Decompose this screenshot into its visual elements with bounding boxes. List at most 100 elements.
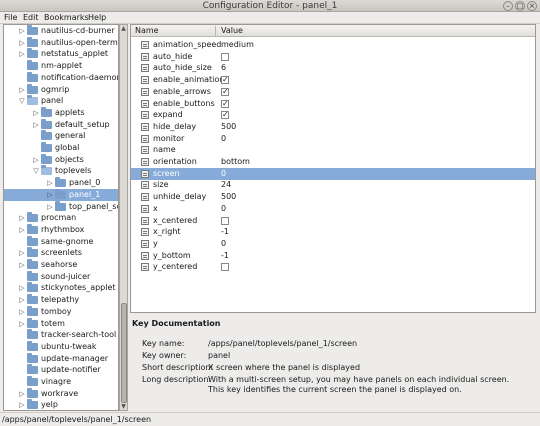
expand-arrow-icon[interactable]: ▷ [18,306,26,318]
column-separator[interactable] [215,26,216,36]
key-value[interactable]: medium [221,39,254,51]
scroll-up-icon[interactable]: ▲ [120,25,127,32]
expand-arrow-icon[interactable]: ▷ [32,119,40,131]
tree-item[interactable]: ▷ totem [4,317,118,330]
table-row[interactable]: animation_speed medium [131,39,535,51]
table-row[interactable]: unhide_delay 500 [131,191,535,203]
expand-arrow-icon[interactable]: ▷ [18,282,26,294]
close-button[interactable]: × [527,1,537,11]
checkbox-checked[interactable]: ✓ [221,111,229,120]
expand-arrow-icon[interactable]: ▷ [18,388,26,400]
tree-item[interactable]: update-notifier [4,364,118,376]
key-value[interactable]: 24 [221,179,231,191]
expand-arrow-icon[interactable]: ▷ [18,25,26,37]
tree-item[interactable]: ▷ netstatus_applet [4,48,118,60]
key-value[interactable]: 500 [221,191,236,203]
tree-item[interactable]: tracker-search-tool [4,329,118,341]
table-row[interactable]: hide_delay 500 [131,121,535,133]
tree-item[interactable]: ▷ seahorse [4,259,118,271]
tree-item[interactable]: ▷ procman [4,212,118,224]
expand-arrow-icon[interactable]: ▷ [18,48,26,60]
checkbox-unchecked[interactable] [221,52,229,61]
expand-arrow-icon[interactable]: ▷ [18,318,26,330]
table-row[interactable]: x_centered [131,215,535,227]
table-row[interactable]: enable_buttons ✓ [131,98,535,110]
tree-item[interactable]: sound-juicer [4,270,118,283]
key-value[interactable]: 0 [221,133,226,145]
tree-item[interactable]: ▷ screenlets [4,247,118,259]
expand-arrow-icon[interactable]: ▷ [18,37,26,49]
table-row[interactable]: y0 [131,238,535,250]
table-row[interactable]: y_centered [131,261,535,273]
expand-arrow-icon[interactable]: ▷ [18,84,26,96]
table-row[interactable]: name [131,144,535,156]
key-value[interactable]: -1 [221,250,229,262]
table-row[interactable]: auto_hide_size 6 [131,62,535,74]
tree-item[interactable]: update-manager [4,352,118,365]
tree-item[interactable]: ▷ yelp [4,399,118,410]
menu-bookmarks[interactable]: Bookmarks [44,12,89,24]
expand-arrow-icon[interactable]: ▷ [18,224,26,236]
expand-arrow-icon[interactable]: ▷ [32,107,40,119]
tree-item[interactable]: ▷ nautilus-cd-burner [4,25,118,37]
expand-arrow-icon[interactable]: ▷ [46,189,54,201]
expand-arrow-icon[interactable]: ▷ [18,212,26,224]
tree-item[interactable]: ▷ tomboy [4,305,118,318]
checkbox-checked[interactable]: ✓ [221,87,229,96]
table-row[interactable]: screen 0 [131,167,535,180]
tree-item[interactable]: ▽ panel [4,95,118,107]
table-row[interactable]: size 24 [131,179,535,191]
collapse-arrow-icon[interactable]: ▽ [18,95,26,107]
column-header-value[interactable]: Value [221,25,243,37]
tree-item[interactable]: ▷ applets [4,106,118,119]
tree-item[interactable]: ▷ stickynotes_applet [4,282,118,294]
expand-arrow-icon[interactable]: ▷ [32,154,40,166]
key-value[interactable]: 0 [221,238,226,250]
expand-arrow-icon[interactable]: ▷ [18,399,26,410]
tree-item[interactable]: ▷ default_setup [4,118,118,131]
table-row[interactable]: enable_animations ✓ [131,74,535,86]
expand-arrow-icon[interactable]: ▷ [46,177,54,189]
tree-item[interactable]: ▷ objects [4,153,118,166]
key-value[interactable]: 500 [221,121,236,133]
scrollbar-thumb[interactable] [121,303,127,403]
key-value[interactable]: -1 [221,226,229,238]
table-row[interactable]: expand ✓ [131,109,535,121]
menu-help[interactable]: Help [88,12,106,24]
tree-item[interactable]: ▷ panel_1 [4,188,118,201]
collapse-arrow-icon[interactable]: ▽ [32,165,40,177]
table-row[interactable]: x_right -1 [131,226,535,238]
table-row[interactable]: monitor 0 [131,133,535,145]
table-row[interactable]: y_bottom -1 [131,250,535,262]
key-tree[interactable]: ▷ nautilus-cd-burner ▷ nautilus-open-termin… [3,24,119,411]
table-row[interactable]: auto_hide [131,51,535,63]
tree-item[interactable]: general [4,130,118,142]
tree-item[interactable]: same-gnome [4,235,118,248]
expand-arrow-icon[interactable]: ▷ [46,201,54,213]
table-row[interactable]: orientation bottom [131,156,535,168]
tree-item[interactable]: ▷ panel_0 [4,177,118,189]
tree-scrollbar[interactable]: ▲ ▼ [119,24,128,411]
tree-item[interactable]: ▷ nautilus-open-terminal [4,36,118,49]
tree-item[interactable]: global [4,142,118,154]
checkbox-unchecked[interactable] [221,216,229,225]
tree-item[interactable]: ▷ telepathy [4,294,118,306]
key-value[interactable]: 0 [221,168,226,180]
tree-item[interactable]: nm-applet [4,60,118,72]
expand-arrow-icon[interactable]: ▷ [18,294,26,306]
tree-item[interactable]: ▷ top_panel_screen [4,200,118,213]
tree-item[interactable]: ▷ workrave [4,387,118,400]
expand-arrow-icon[interactable]: ▷ [18,259,26,271]
menu-edit[interactable]: Edit [23,12,39,24]
key-value[interactable]: 6 [221,62,226,74]
checkbox-unchecked[interactable] [221,263,229,272]
tree-item[interactable]: ▷ ogmrip [4,83,118,96]
key-value[interactable]: bottom [221,156,250,168]
expand-arrow-icon[interactable]: ▷ [18,247,26,259]
scroll-down-icon[interactable]: ▼ [120,403,127,410]
tree-item[interactable]: notification-daemon [4,71,118,84]
tree-item[interactable]: ubuntu-tweak [4,340,118,353]
tree-item[interactable]: vinagre [4,376,118,388]
maximize-button[interactable]: □ [515,1,525,11]
menu-file[interactable]: File [4,12,17,24]
